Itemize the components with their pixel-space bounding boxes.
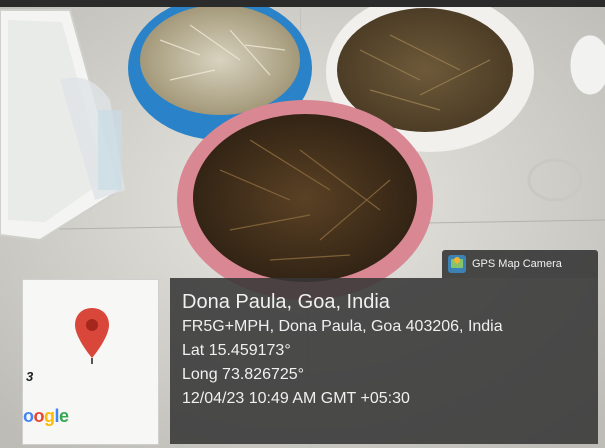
map-pin-icon: [75, 308, 109, 364]
photo-screen: GPS Map Camera 3 oogle Dona Paula, Goa, …: [0, 0, 605, 448]
map-thumbnail: 3 oogle: [22, 279, 159, 445]
badge-label: GPS Map Camera: [472, 258, 562, 270]
location-title: Dona Paula, Goa, India: [182, 291, 390, 313]
latitude-value: Lat 15.459173°: [182, 342, 291, 359]
gps-map-camera-icon: [448, 255, 466, 273]
longitude-value: Long 73.826725°: [182, 366, 305, 383]
gps-map-camera-badge: GPS Map Camera: [442, 250, 598, 278]
location-info-panel: Dona Paula, Goa, India FR5G+MPH, Dona Pa…: [170, 278, 598, 444]
location-address: FR5G+MPH, Dona Paula, Goa 403206, India: [182, 318, 503, 335]
map-label-number: 3: [26, 369, 34, 384]
google-logo: oogle: [23, 406, 69, 426]
top-edge: [0, 0, 605, 7]
timestamp-value: 12/04/23 10:49 AM GMT +05:30: [182, 390, 410, 407]
